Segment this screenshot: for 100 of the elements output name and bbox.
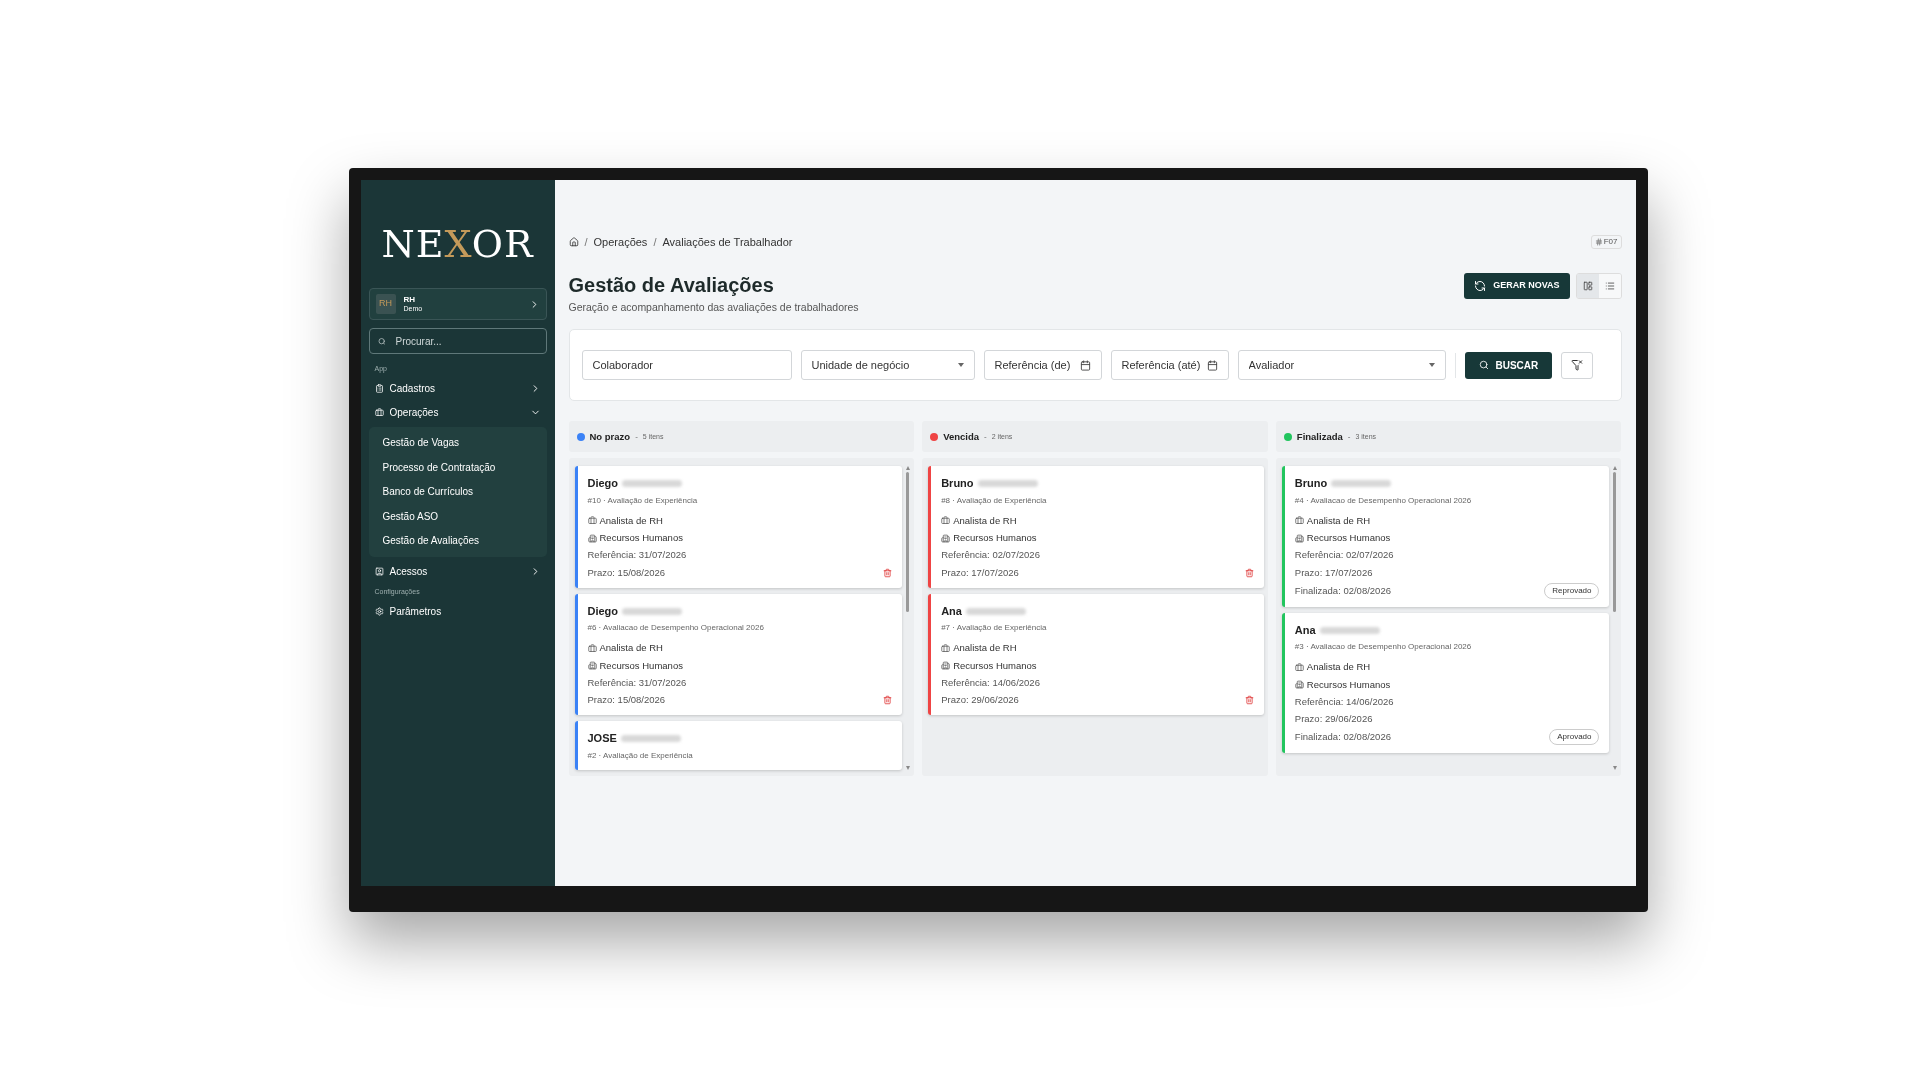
search-input[interactable]: Procurar... [395, 333, 538, 349]
evaluation-card[interactable]: Ana #7 · Avaliação de Experiência Analista de RH Recursos Humanos Referência: 14/06/2026 Prazo: 29/06/2026 [928, 593, 1264, 716]
building-icon [587, 661, 597, 671]
sidebar-item[interactable]: Parâmetros [368, 599, 547, 624]
sidebar-item[interactable]: Cadastros [368, 376, 547, 401]
deadline-date: Prazo: 29/06/2026 [1294, 712, 1373, 726]
submenu-item[interactable]: Gestão de Avaliações [368, 528, 547, 553]
employee-name: Diego [587, 476, 619, 492]
breadcrumb-item[interactable]: Operações [593, 234, 648, 251]
submenu-item[interactable]: Processo de Contratação [368, 455, 547, 480]
filter-field[interactable]: Unidade de negócio [800, 350, 975, 381]
reference-date: Referência: 02/07/2026 [941, 548, 1041, 563]
sidebar-item[interactable]: Acessos [368, 559, 547, 583]
item-icon [374, 566, 384, 576]
delete-icon[interactable] [1244, 695, 1254, 706]
list-view-button[interactable] [1598, 273, 1621, 298]
briefcase-icon [1294, 662, 1304, 672]
filter-input[interactable]: Referência (de) [994, 357, 1076, 374]
department: Recursos Humanos [599, 658, 683, 673]
dropdown-caret-icon [957, 363, 964, 368]
column-title: No prazo [589, 429, 631, 444]
search-button[interactable]: BUSCAR [1464, 351, 1553, 379]
board-icon [1582, 280, 1593, 291]
filter-field[interactable]: Referência (de) [983, 350, 1102, 381]
logo: NEXOR [381, 225, 534, 263]
delete-icon[interactable] [883, 695, 893, 706]
deadline-date: Prazo: 17/07/2026 [1294, 565, 1373, 580]
finished-date: Finalizada: 02/08/2026 [1294, 583, 1391, 598]
building-icon [941, 533, 951, 543]
dropdown-caret-icon [1428, 363, 1435, 368]
employee-name: Ana [1294, 622, 1316, 638]
board-view-button[interactable] [1576, 273, 1599, 298]
list-icon [1604, 280, 1615, 291]
delete-icon[interactable] [883, 567, 893, 578]
reference-date: Referência: 14/06/2026 [1294, 694, 1395, 709]
blurred-surname [977, 480, 1038, 487]
search-icon [377, 336, 386, 346]
delete-icon[interactable] [1244, 567, 1254, 578]
scrollbar[interactable] [905, 466, 911, 771]
column-separator: - [984, 430, 987, 443]
department: Recursos Humanos [1306, 677, 1391, 692]
sidebar-item[interactable]: Operações [368, 400, 547, 425]
page-code: F07 [1603, 236, 1618, 249]
job-role: Analista de RH [1306, 513, 1371, 528]
reference-date: Referência: 31/07/2026 [587, 548, 688, 563]
evaluation-card[interactable]: JOSE #2 · Avaliação de Experiência [574, 721, 903, 770]
evaluation-card[interactable]: Bruno #4 · Avaliacao de Desempenho Operacional 2026 Analista de RH Recursos Humanos Referência: 02/07/2026 Prazo: 17/07/2026 Finalizada: 02/08/2026 Reprovado [1281, 466, 1610, 607]
clear-filters-button[interactable] [1561, 351, 1594, 379]
department: Recursos Humanos [953, 531, 1037, 545]
evaluation-card[interactable]: Bruno #8 · Avaliação de Experiência Analista de RH Recursos Humanos Referência: 02/07/2026 Prazo: 17/07/2026 [928, 466, 1264, 588]
blurred-surname [622, 480, 683, 487]
breadcrumb-item[interactable]: Avaliações de Trabalhador [662, 234, 793, 251]
filter-field[interactable]: Referência (até) [1110, 350, 1229, 381]
filter-input[interactable]: Colaborador [592, 357, 781, 374]
filter-input[interactable]: Referência (até) [1121, 357, 1203, 374]
job-role: Analista de RH [599, 513, 663, 528]
generate-button[interactable]: GERAR NOVAS [1464, 272, 1570, 299]
employee-name: Ana [941, 603, 962, 619]
blurred-surname [1331, 480, 1392, 487]
deadline-date: Prazo: 15/08/2026 [587, 565, 666, 580]
filter-field[interactable]: Avaliador [1237, 350, 1446, 381]
department: Recursos Humanos [953, 658, 1037, 673]
deadline-date: Prazo: 15/08/2026 [587, 693, 666, 707]
scrollbar[interactable] [1612, 466, 1618, 771]
sidebar-search-field[interactable]: Procurar... [368, 328, 547, 354]
job-role: Analista de RH [1306, 660, 1371, 675]
column-separator: - [1347, 430, 1351, 443]
reference-date: Referência: 31/07/2026 [587, 675, 688, 690]
evaluation-code: #3 · Avaliacao de Desempenho Operacional 2026 [1294, 641, 1473, 654]
filter-input[interactable]: Unidade de negócio [811, 357, 954, 374]
evaluation-code: #10 · Avaliação de Experiência [587, 494, 699, 507]
breadcrumb-separator: / [653, 235, 657, 250]
filter-input[interactable]: Avaliador [1248, 357, 1425, 374]
evaluation-card[interactable]: Ana #3 · Avaliacao de Desempenho Operacional 2026 Analista de RH Recursos Humanos Referência: 14/06/2026 Prazo: 29/06/2026 Finalizada: 02/08/2026 Aprovado [1281, 612, 1610, 754]
filter-clear-icon [1571, 359, 1584, 372]
refresh-icon [1474, 279, 1487, 292]
briefcase-icon [1294, 516, 1304, 526]
building-icon [587, 533, 597, 543]
evaluation-card[interactable]: Diego #10 · Avaliação de Experiência Analista de RH Recursos Humanos Referência: 31/07/2026 Prazo: 15/08/2026 [574, 466, 903, 588]
filter-field[interactable]: Colaborador [581, 350, 792, 381]
column-title: Vencida [943, 429, 980, 444]
department: Recursos Humanos [1306, 531, 1391, 545]
submenu-item[interactable]: Banco de Currículos [368, 479, 547, 504]
home-icon[interactable] [568, 237, 579, 248]
employee-name: Diego [587, 603, 619, 619]
page-title: Gestão de Avaliações [568, 272, 775, 298]
evaluation-card[interactable]: Diego #6 · Avaliacao de Desempenho Operacional 2026 Analista de RH Recursos Humanos Referência: 31/07/2026 Prazo: 15/08/2026 [574, 593, 903, 716]
submenu-item[interactable]: Gestão de Vagas [368, 430, 547, 455]
employee-name: JOSE [587, 731, 617, 747]
submenu-item[interactable]: Gestão ASO [368, 504, 547, 529]
workspace-name: RH [403, 296, 416, 305]
building-icon [1294, 680, 1304, 690]
deadline-date: Prazo: 29/06/2026 [941, 693, 1019, 707]
briefcase-icon [941, 643, 951, 653]
department: Recursos Humanos [599, 531, 683, 545]
blurred-surname [622, 607, 683, 615]
finished-date: Finalizada: 02/08/2026 [1294, 730, 1391, 745]
employee-name: Bruno [1294, 476, 1328, 492]
building-icon [941, 661, 951, 671]
workspace-avatar: RH [375, 294, 396, 314]
